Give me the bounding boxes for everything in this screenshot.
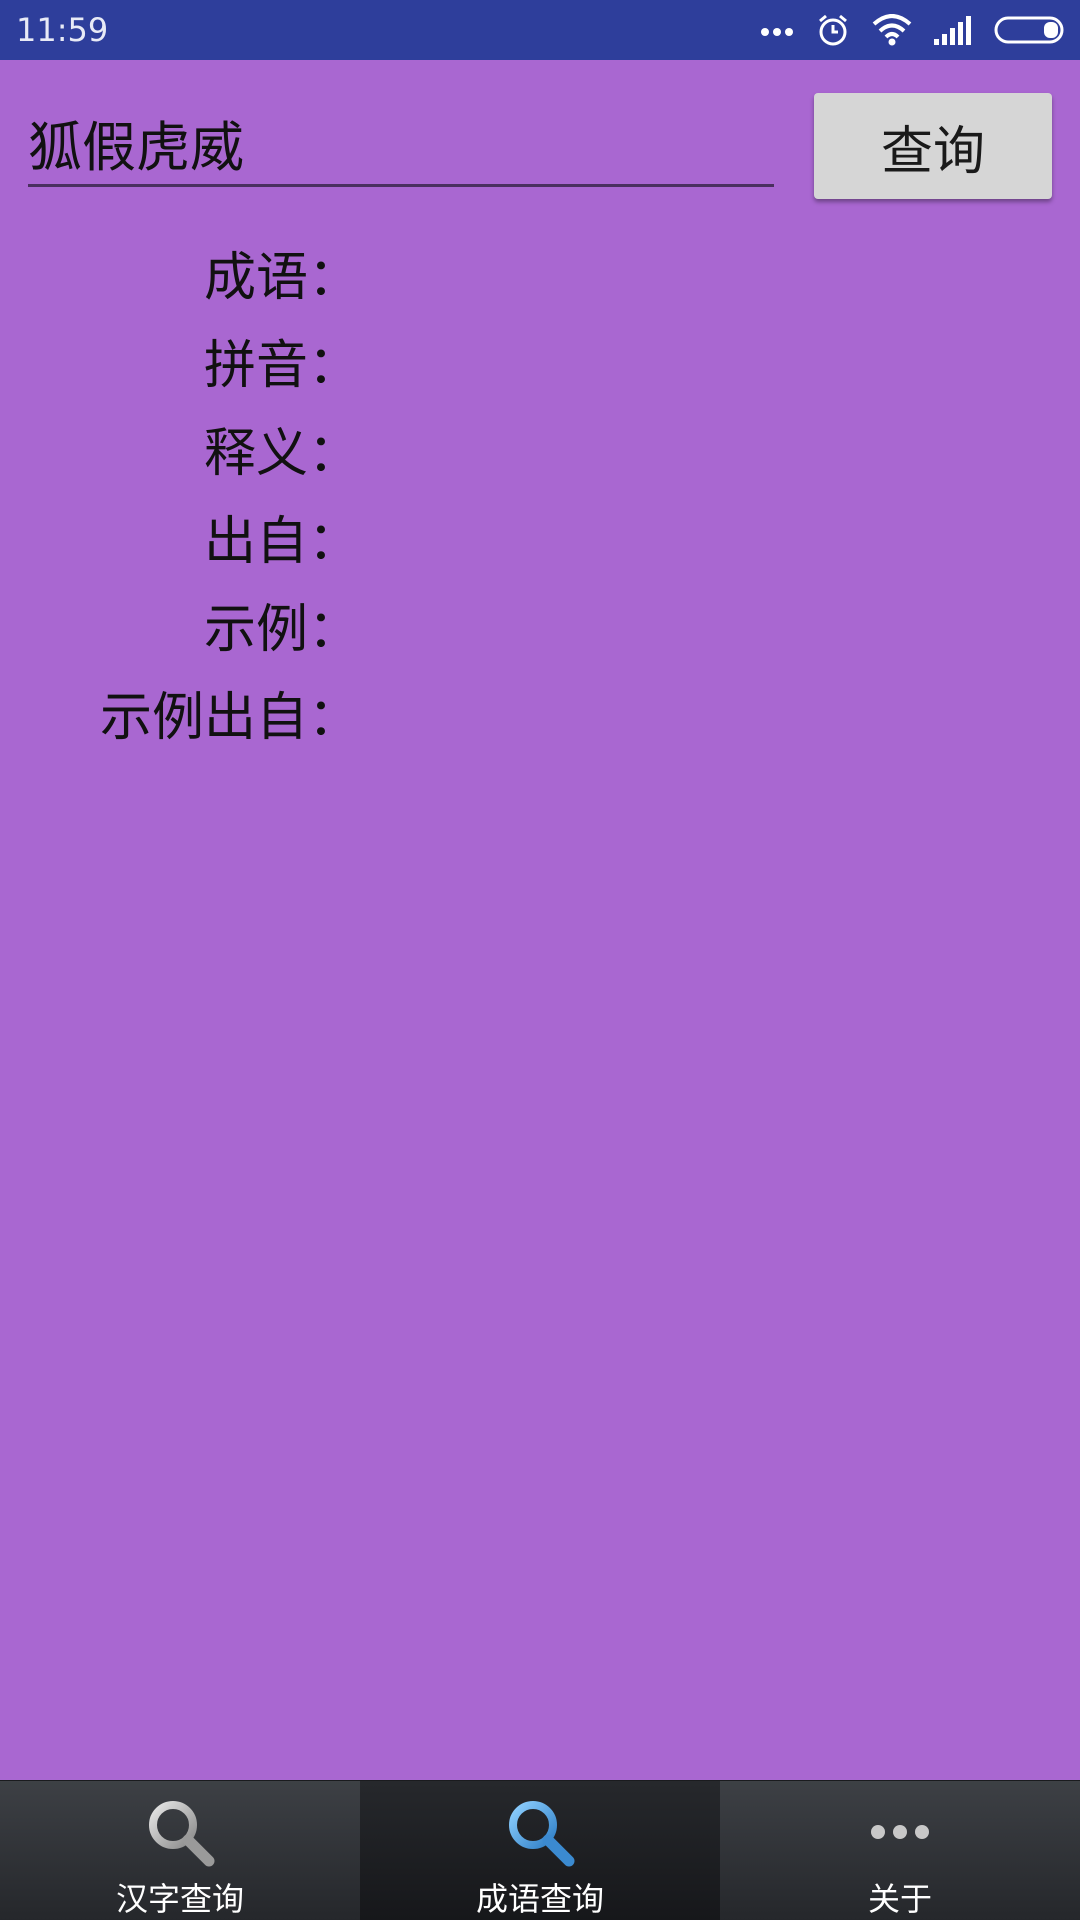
signal-icon <box>934 15 972 45</box>
result-row-example: 示例： <box>0 580 1080 668</box>
tab-label: 关于 <box>867 1880 932 1918</box>
tab-idiom-query[interactable]: 成语查询 <box>360 1781 720 1920</box>
alarm-icon <box>816 13 850 47</box>
magnifier-icon <box>503 1795 577 1869</box>
status-bar: 11:59 <box>0 0 1080 60</box>
result-label-example: 示例： <box>203 599 360 660</box>
result-label-idiom: 成语： <box>203 247 360 308</box>
status-time: 11:59 <box>16 11 109 49</box>
tab-about[interactable]: 关于 <box>720 1781 1080 1920</box>
result-label-source: 出自： <box>203 511 360 572</box>
magnifier-icon <box>143 1795 217 1869</box>
tab-hanzi-query[interactable]: 汉字查询 <box>0 1781 360 1920</box>
status-icons <box>760 10 1066 50</box>
more-dots-icon <box>760 24 794 36</box>
query-button[interactable]: 查询 <box>814 93 1052 199</box>
result-row-idiom: 成语： <box>0 228 1080 316</box>
result-row-example-source: 示例出自： <box>0 668 1080 756</box>
idiom-search-input[interactable] <box>28 100 774 187</box>
bottom-tab-bar: 汉字查询 成语查询 关于 <box>0 1780 1080 1920</box>
result-label-meaning: 释义： <box>203 423 360 484</box>
result-row-pinyin: 拼音： <box>0 316 1080 404</box>
tab-label: 成语查询 <box>475 1880 604 1918</box>
more-dots-icon <box>868 1795 932 1869</box>
result-label-example-source: 示例出自： <box>99 687 360 748</box>
result-label-pinyin: 拼音： <box>203 335 360 396</box>
battery-icon <box>994 16 1066 44</box>
tab-label: 汉字查询 <box>115 1880 244 1918</box>
result-row-source: 出自： <box>0 492 1080 580</box>
wifi-icon <box>872 14 912 46</box>
result-row-meaning: 释义： <box>0 404 1080 492</box>
result-list: 成语： 拼音： 释义： 出自： 示例： 示例出自： <box>0 228 1080 756</box>
